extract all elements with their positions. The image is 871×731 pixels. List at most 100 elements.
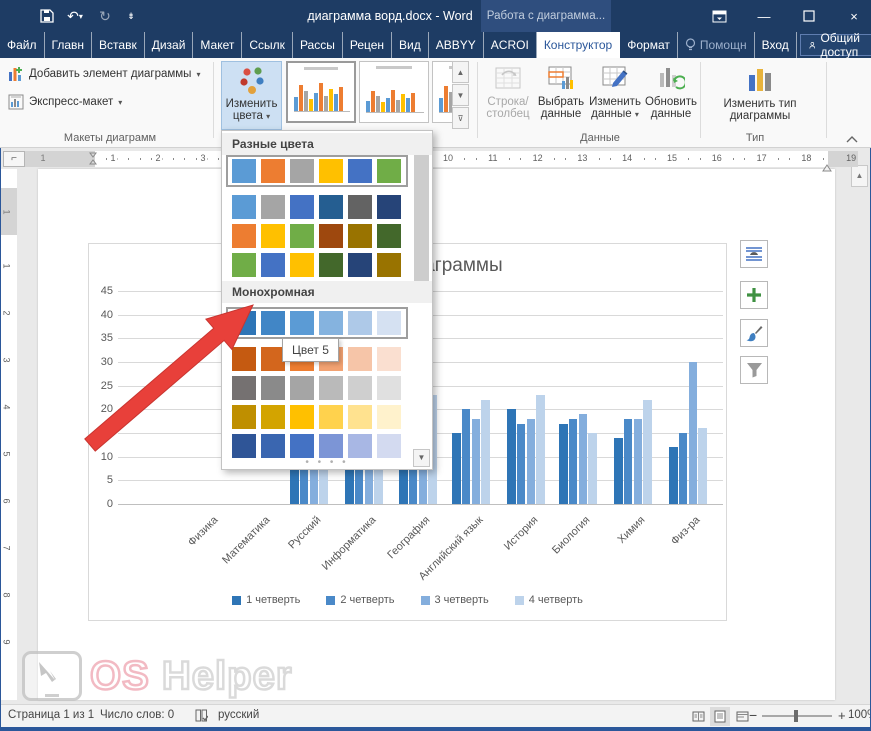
select-data-button[interactable]: Выбратьданные xyxy=(536,61,586,130)
color-swatch[interactable] xyxy=(377,159,401,183)
color-swatch[interactable] xyxy=(319,224,343,248)
horizontal-ruler[interactable]: 112310111213141516171819 xyxy=(20,151,858,167)
color-swatch[interactable] xyxy=(348,376,372,400)
bar-1-четверть-Биология[interactable] xyxy=(559,424,567,504)
zoom-slider-thumb[interactable] xyxy=(794,710,798,722)
color-swatch[interactable] xyxy=(232,253,256,277)
chart-elements-button[interactable] xyxy=(740,281,768,309)
color-swatch[interactable] xyxy=(290,376,314,400)
palette-row-Цвет-3[interactable] xyxy=(232,224,401,248)
color-swatch[interactable] xyxy=(261,253,285,277)
color-swatch[interactable] xyxy=(319,253,343,277)
chart-tools-context-label[interactable]: Работа с диаграмма... xyxy=(481,0,611,32)
color-swatch[interactable] xyxy=(261,195,285,219)
color-swatch[interactable] xyxy=(377,376,401,400)
tab-формат[interactable]: Формат xyxy=(620,32,678,58)
bar-1-четверть-История[interactable] xyxy=(507,409,515,504)
bar-2-четверть-Физ-ра[interactable] xyxy=(679,433,687,504)
color-swatch[interactable] xyxy=(348,159,372,183)
undo-button[interactable]: ↶▾ xyxy=(62,0,88,32)
tab-рассы[interactable]: Рассы xyxy=(293,32,343,58)
legend-item[interactable]: 2 четверть xyxy=(326,594,394,606)
close-button[interactable]: × xyxy=(835,0,871,32)
chart-styles-gallery[interactable] xyxy=(286,61,452,129)
palette-row-Цвет-1[interactable] xyxy=(232,159,401,183)
tab-selector[interactable]: ⌐ xyxy=(3,151,25,167)
color-swatch[interactable] xyxy=(348,195,372,219)
tab-ссылк[interactable]: Ссылк xyxy=(242,32,293,58)
color-swatch[interactable] xyxy=(290,253,314,277)
bar-3-четверть-Физ-ра[interactable] xyxy=(689,362,697,504)
bar-2-четверть-Английский-язык[interactable] xyxy=(462,409,470,504)
indent-markers[interactable] xyxy=(88,152,98,171)
bar-2-четверть-Биология[interactable] xyxy=(569,419,577,504)
share-button[interactable]: Общий доступ xyxy=(800,34,871,56)
tab-help[interactable]: Помощн xyxy=(678,32,755,58)
bar-3-четверть-Химия[interactable] xyxy=(634,419,642,504)
customize-qat-button[interactable]: ⇟ xyxy=(118,0,144,32)
color-swatch[interactable] xyxy=(377,195,401,219)
color-swatch[interactable] xyxy=(319,159,343,183)
sign-in-button[interactable]: Вход xyxy=(755,32,797,58)
color-swatch[interactable] xyxy=(261,159,285,183)
bar-2-четверть-Химия[interactable] xyxy=(624,419,632,504)
gallery-down-button[interactable]: ▼ xyxy=(452,84,469,106)
color-swatch[interactable] xyxy=(377,224,401,248)
zoom-level[interactable]: 100% xyxy=(848,709,871,721)
legend-item[interactable]: 3 четверть xyxy=(421,594,489,606)
color-swatch[interactable] xyxy=(290,159,314,183)
refresh-data-button[interactable]: Обновитьданные xyxy=(644,61,698,130)
page-indicator[interactable]: Страница 1 из 1 xyxy=(8,709,94,721)
chart-style-thumbnail[interactable] xyxy=(359,61,429,123)
color-swatch[interactable] xyxy=(232,224,256,248)
quick-layout-button[interactable]: Экспресс-макет▾ xyxy=(8,90,122,114)
color-swatch[interactable] xyxy=(232,195,256,219)
bar-3-четверть-История[interactable] xyxy=(527,419,535,504)
tab-acroi[interactable]: ACROI xyxy=(484,32,537,58)
bar-3-четверть-Биология[interactable] xyxy=(579,414,587,504)
color-swatch[interactable] xyxy=(319,405,343,429)
ribbon-display-options-button[interactable] xyxy=(700,0,738,32)
layout-options-button[interactable] xyxy=(740,240,768,268)
color-swatch[interactable] xyxy=(319,311,343,335)
color-swatch[interactable] xyxy=(319,195,343,219)
read-mode-button[interactable] xyxy=(688,707,708,726)
chart-styles-button[interactable] xyxy=(740,319,768,347)
zoom-out-button[interactable]: − xyxy=(749,707,757,723)
tab-конструктор[interactable]: Конструктор xyxy=(537,32,620,58)
color-swatch[interactable] xyxy=(290,224,314,248)
palette-row-Цвет-4[interactable] xyxy=(232,253,401,277)
proofing-icon[interactable] xyxy=(195,709,208,726)
print-layout-button[interactable] xyxy=(710,707,730,726)
minimize-button[interactable]: — xyxy=(745,0,783,32)
bar-4-четверть-Химия[interactable] xyxy=(643,400,651,504)
tab-abbyy[interactable]: ABBYY xyxy=(429,32,484,58)
color-swatch[interactable] xyxy=(290,195,314,219)
color-swatch[interactable] xyxy=(319,376,343,400)
change-chart-type-button[interactable]: Изменить типдиаграммы xyxy=(706,61,814,130)
tab-макет[interactable]: Макет xyxy=(193,32,242,58)
tab-файл[interactable]: Файл xyxy=(0,32,45,58)
right-indent-marker[interactable] xyxy=(822,159,832,177)
edit-data-button[interactable]: Изменитьданные ▾ xyxy=(588,61,642,130)
color-swatch[interactable] xyxy=(319,434,343,458)
redo-button[interactable]: ↻ xyxy=(92,0,118,32)
chart-style-thumbnail[interactable] xyxy=(286,61,356,123)
vertical-ruler[interactable]: 1123456789 xyxy=(1,169,17,700)
save-button[interactable] xyxy=(34,0,60,32)
color-swatch[interactable] xyxy=(261,224,285,248)
maximize-button[interactable] xyxy=(790,0,828,32)
tab-вид[interactable]: Вид xyxy=(392,32,429,58)
collapse-ribbon-button[interactable] xyxy=(846,130,858,148)
color-swatch[interactable] xyxy=(348,405,372,429)
color-swatch[interactable] xyxy=(348,311,372,335)
language-indicator[interactable]: русский xyxy=(218,709,259,721)
bar-1-четверть-Физ-ра[interactable] xyxy=(669,447,677,504)
chart-filters-button[interactable] xyxy=(740,356,768,384)
bar-1-четверть-Английский-язык[interactable] xyxy=(452,433,460,504)
bar-1-четверть-Химия[interactable] xyxy=(614,438,622,504)
color-swatch[interactable] xyxy=(377,434,401,458)
bar-3-четверть-Английский-язык[interactable] xyxy=(472,419,480,504)
color-swatch[interactable] xyxy=(348,347,372,371)
word-count[interactable]: Число слов: 0 xyxy=(100,709,174,721)
